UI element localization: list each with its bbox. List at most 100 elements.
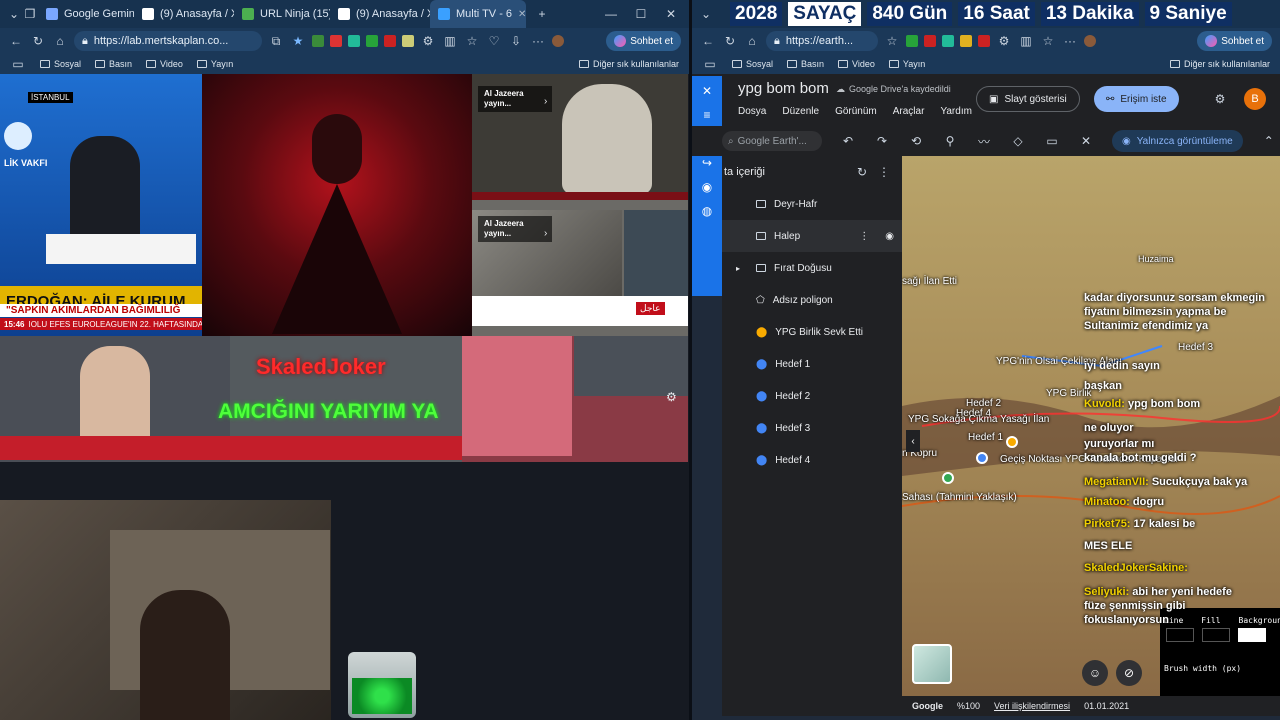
split-screen-icon[interactable]: ▥: [442, 34, 458, 48]
collections-icon[interactable]: ♡: [486, 34, 502, 48]
back-icon[interactable]: ←: [700, 34, 716, 48]
line-color-swatch[interactable]: [1166, 628, 1194, 642]
favorite-star-icon[interactable]: ☆: [884, 34, 900, 48]
request-access-button[interactable]: ⚯ Erişim iste: [1094, 86, 1179, 112]
back-icon[interactable]: ←: [8, 34, 24, 48]
menu-araclar[interactable]: Araçlar: [893, 106, 925, 117]
profile-avatar[interactable]: [1084, 35, 1096, 47]
menu-duzenle[interactable]: Düzenle: [782, 106, 819, 117]
extensions-puzzle-icon[interactable]: ⚙: [996, 34, 1012, 48]
extension-icon[interactable]: [978, 35, 990, 47]
extension-icon[interactable]: [942, 35, 954, 47]
extension-icon[interactable]: [924, 35, 936, 47]
settings-gear-icon[interactable]: ⚙: [1212, 92, 1228, 106]
eye-icon[interactable]: ◉: [885, 231, 894, 242]
extension-icon[interactable]: [366, 35, 378, 47]
sidebar-toggle-icon[interactable]: ⌄: [6, 7, 22, 21]
extension-icon[interactable]: [906, 35, 918, 47]
chevron-right-icon[interactable]: ›: [544, 228, 547, 239]
undo-icon[interactable]: ↶: [840, 134, 856, 148]
path-icon[interactable]: 〰: [976, 133, 992, 150]
reading-list-icon[interactable]: ▭: [702, 57, 718, 71]
more-icon[interactable]: ···: [1062, 34, 1078, 48]
refresh-icon[interactable]: ↻: [30, 34, 46, 48]
home-icon[interactable]: ⌂: [744, 34, 760, 48]
tab-multi-tv[interactable]: Multi TV - 6 ✕: [430, 0, 526, 28]
stream-talk-show[interactable]: [0, 336, 230, 462]
close-icon[interactable]: ✕: [699, 84, 715, 98]
camera-icon[interactable]: ◉: [699, 180, 715, 194]
data-attribution-link[interactable]: Veri ilişkilendirmesi: [994, 701, 1070, 711]
pegman-icon[interactable]: ☺: [1082, 660, 1108, 686]
folder-halep[interactable]: Halep ⋮ ◉: [722, 220, 902, 252]
stream-aljazeera-1[interactable]: Al Jazeera yayın... ›: [472, 74, 688, 200]
bookmark-basin[interactable]: Basın: [787, 59, 824, 69]
extension-icon[interactable]: [312, 35, 324, 47]
copilot-chat-button[interactable]: Sohbet et: [606, 31, 681, 51]
extension-icon[interactable]: [348, 35, 360, 47]
share-icon[interactable]: ↪: [699, 156, 715, 170]
copilot-chat-button[interactable]: Sohbet et: [1197, 31, 1272, 51]
favorites-icon[interactable]: ☆: [464, 34, 480, 48]
tab-x-2[interactable]: (9) Anasayfa / X✕: [330, 0, 430, 28]
bookmark-sosyal[interactable]: Sosyal: [732, 59, 773, 69]
tab-url-ninja[interactable]: URL Ninja (15)✕: [234, 0, 330, 28]
address-bar[interactable]: 🔒︎ https://lab.mertskaplan.co...: [74, 31, 262, 51]
tab-gemini[interactable]: Google Gemini✕: [38, 0, 134, 28]
stream-aljazeera-2[interactable]: Al Jazeera yayın... › عاجل: [472, 200, 688, 336]
refresh-icon[interactable]: ↻: [854, 165, 870, 179]
minimize-icon[interactable]: —: [603, 7, 619, 21]
collapse-icon[interactable]: ⌃: [1261, 134, 1277, 148]
item-hedef-2[interactable]: ⬤ Hedef 2: [722, 380, 902, 412]
bookmark-basin[interactable]: Basın: [95, 59, 132, 69]
bookmark-video[interactable]: Video: [146, 59, 183, 69]
folder-deyr-hafr[interactable]: Deyr-Hafr: [722, 188, 902, 220]
more-vert-icon[interactable]: ⋮: [876, 165, 892, 179]
window-close-icon[interactable]: ✕: [663, 7, 679, 21]
new-tab-icon[interactable]: +: [534, 7, 550, 21]
item-polygon[interactable]: ⬠ Adsız poligon: [722, 284, 902, 316]
bookmark-yayin[interactable]: Yayın: [888, 59, 925, 69]
map-pin[interactable]: [1006, 436, 1018, 448]
close-icon[interactable]: ✕: [518, 9, 526, 20]
tab-x-1[interactable]: (9) Anasayfa / X✕: [134, 0, 234, 28]
menu-dosya[interactable]: Dosya: [738, 106, 766, 117]
menu-icon[interactable]: ≡: [699, 108, 715, 122]
expand-arrow-icon[interactable]: ▸: [736, 264, 748, 273]
item-ypg-birlik[interactable]: ⬤ YPG Birlik Sevk Etti: [722, 316, 902, 348]
favorite-star-icon[interactable]: ★: [290, 34, 306, 48]
user-avatar[interactable]: B: [1244, 88, 1266, 110]
earth-search[interactable]: ⌕ Google Earth'...: [722, 131, 822, 151]
bookmark-sosyal[interactable]: Sosyal: [40, 59, 81, 69]
item-hedef-4[interactable]: ⬤ Hedef 4: [722, 444, 902, 476]
layers-icon[interactable]: ◇: [1010, 134, 1026, 148]
extension-icon[interactable]: [402, 35, 414, 47]
refresh-icon[interactable]: ↻: [722, 34, 738, 48]
tab-actions-icon[interactable]: ❐: [22, 7, 38, 21]
background-color-swatch[interactable]: [1238, 628, 1266, 642]
folder-firat-dogusu[interactable]: ▸ Fırat Doğusu: [722, 252, 902, 284]
extension-icon[interactable]: [960, 35, 972, 47]
map-style-thumbnail[interactable]: [912, 644, 952, 684]
menu-gorunum[interactable]: Görünüm: [835, 106, 877, 117]
gear-icon[interactable]: ⚙: [666, 390, 677, 404]
bookmark-yayin[interactable]: Yayın: [196, 59, 233, 69]
view-only-badge[interactable]: ◉ Yalnızca görüntüleme: [1112, 130, 1243, 152]
slideshow-button[interactable]: ▣ Slayt gösterisi: [976, 86, 1080, 112]
sidebar-toggle-icon[interactable]: ⌄: [698, 7, 714, 21]
fill-color-swatch[interactable]: [1202, 628, 1230, 642]
map-pin[interactable]: [942, 472, 954, 484]
home-icon[interactable]: ⌂: [52, 34, 68, 48]
map-pin[interactable]: [976, 452, 988, 464]
placemark-icon[interactable]: ⚲: [942, 134, 958, 148]
compass-icon[interactable]: ⊘: [1116, 660, 1142, 686]
more-vert-icon[interactable]: ⋮: [859, 231, 869, 242]
other-bookmarks[interactable]: Diğer sık kullanılanlar: [578, 59, 679, 69]
stream-map-report[interactable]: ⚙: [462, 336, 688, 462]
downloads-icon[interactable]: ⇩: [508, 34, 524, 48]
globe-icon[interactable]: ◍: [699, 204, 715, 218]
history-icon[interactable]: ⟲: [908, 134, 924, 148]
extension-icon[interactable]: [384, 35, 396, 47]
item-hedef-1[interactable]: ⬤ Hedef 1: [722, 348, 902, 380]
reading-list-icon[interactable]: ▭: [10, 57, 26, 71]
